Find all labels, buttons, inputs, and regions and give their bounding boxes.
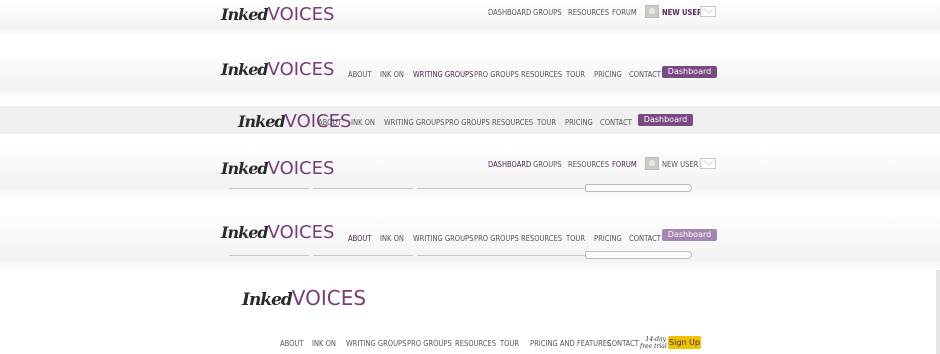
nav-pricing-and-features[interactable]: PRICING AND FEATURES [530,339,611,348]
nav-pro-groups[interactable]: PRO GROUPS [474,70,519,79]
header-band-1 [0,0,940,36]
header-band-4 [0,146,940,198]
pen-divider-line [229,255,309,256]
nav-writing-groups[interactable]: WRITING GROUPS [413,70,473,79]
inked-voices-logo[interactable]: InkedVOICES [221,6,334,24]
nav-writing-groups[interactable]: WRITING GROUPS [384,118,444,127]
nav-resources[interactable]: RESOURCES [455,339,496,348]
nav-ink-on[interactable]: INK ON [380,234,404,243]
nav-resources[interactable]: RESOURCES [492,118,533,127]
nav-contact[interactable]: CONTACT [607,339,639,348]
user-name[interactable]: NEW USER [662,160,698,169]
nav-resources[interactable]: RESOURCES [521,70,562,79]
user-avatar-icon[interactable] [645,5,659,18]
nav-dashboard[interactable]: DASHBOARD [488,8,531,17]
user-name[interactable]: NEW USER [662,8,702,17]
nav-pro-groups[interactable]: PRO GROUPS [474,234,519,243]
nav-resources[interactable]: RESOURCES [568,160,609,169]
nav-ink-on[interactable]: INK ON [380,70,404,79]
nav-resources[interactable]: RESOURCES [521,234,562,243]
nav-writing-groups[interactable]: WRITING GROUPS [413,234,473,243]
nav-groups[interactable]: GROUPS [533,8,562,17]
nav-about[interactable]: ABOUT [348,70,371,79]
nav-about[interactable]: ABOUT [280,339,303,348]
mail-icon[interactable] [700,6,716,17]
nav-about[interactable]: ABOUT [318,118,341,127]
nav-pro-groups[interactable]: PRO GROUPS [445,118,490,127]
free-trial-note: 14-day free trial [640,336,667,350]
nav-tour[interactable]: TOUR [566,70,585,79]
nav-contact[interactable]: CONTACT [600,118,632,127]
nav-tour[interactable]: TOUR [500,339,519,348]
pen-divider-line [313,188,413,189]
nav-forum[interactable]: FORUM [612,8,637,17]
pen-icon [585,184,692,192]
nav-ink-on[interactable]: INK ON [312,339,336,348]
mail-icon[interactable] [700,158,716,169]
dashboard-button[interactable]: Dashboard [638,114,693,126]
nav-tour[interactable]: TOUR [537,118,556,127]
pen-icon [585,251,692,259]
nav-ink-on[interactable]: INK ON [351,118,375,127]
inked-voices-logo[interactable]: InkedVOICES [221,224,334,242]
nav-pro-groups[interactable]: PRO GROUPS [407,339,452,348]
inked-voices-logo[interactable]: InkedVOICES [242,288,366,309]
nav-tour[interactable]: TOUR [566,234,585,243]
pen-divider-line [313,255,413,256]
nav-resources[interactable]: RESOURCES [568,8,609,17]
nav-contact[interactable]: CONTACT [629,234,661,243]
trial-line-1: 14-day [645,336,666,343]
pen-divider-line [229,188,309,189]
scrollbar-track[interactable] [936,270,940,354]
sign-up-button[interactable]: Sign Up [668,336,701,349]
nav-contact[interactable]: CONTACT [629,70,661,79]
nav-about[interactable]: ABOUT [348,234,371,243]
nav-groups[interactable]: GROUPS [533,160,562,169]
dashboard-button[interactable]: Dashboard [662,66,717,78]
nav-dashboard[interactable]: DASHBOARD [488,160,531,169]
trial-line-2: free trial [640,343,667,350]
nav-forum[interactable]: FORUM [612,160,637,169]
nav-pricing[interactable]: PRICING [594,70,622,79]
dashboard-button[interactable]: Dashboard [662,229,717,241]
inked-voices-logo[interactable]: InkedVOICES [221,61,334,79]
nav-writing-groups[interactable]: WRITING GROUPS [346,339,406,348]
user-avatar-icon[interactable] [645,157,659,170]
inked-voices-logo[interactable]: InkedVOICES [221,160,334,178]
nav-pricing[interactable]: PRICING [565,118,593,127]
pen-divider-line [417,255,587,256]
pen-divider-line [417,188,587,189]
nav-pricing[interactable]: PRICING [594,234,622,243]
